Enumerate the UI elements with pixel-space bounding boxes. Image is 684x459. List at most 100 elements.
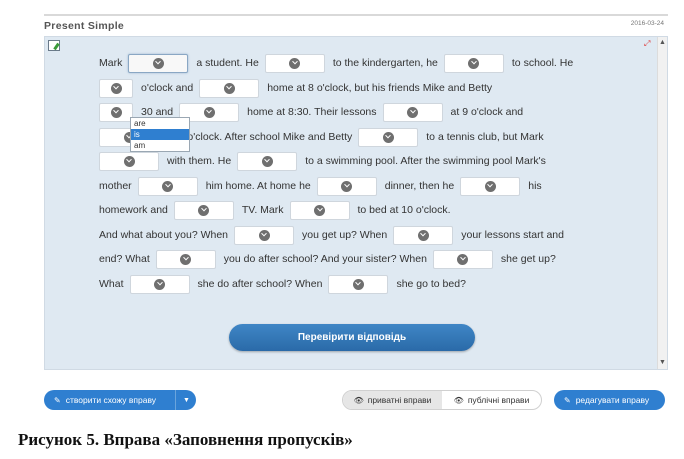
exercise-text-segment: end? What <box>99 253 150 265</box>
exercise-text-segment: TV. Mark <box>241 204 284 216</box>
answer-select[interactable] <box>137 176 198 196</box>
exercise-text-segment: she get up? <box>500 253 556 265</box>
answer-select[interactable] <box>99 102 133 122</box>
exercise-header: Present Simple 2016-03-24 <box>44 14 668 36</box>
scroll-up-icon[interactable]: ▲ <box>659 39 666 47</box>
exercise-text-segment: his <box>528 180 542 192</box>
exercise-text-segment: Mark <box>99 57 123 69</box>
answer-select[interactable] <box>173 200 234 220</box>
footer-toolbar: ✎ створити схожу вправу ▼ 👁 приватні впр… <box>44 389 668 411</box>
edit-exercise-button[interactable]: ✎ редагувати вправу <box>554 390 665 410</box>
exercise-text-segment: at 2 o'clock. After school Mike and Bett… <box>167 131 353 143</box>
exercise-text-segment: your lessons start and <box>461 229 564 241</box>
answer-select[interactable] <box>99 151 159 171</box>
private-exercises-tab[interactable]: 👁 приватні вправи <box>343 391 442 409</box>
chevron-down-icon <box>162 180 174 192</box>
exercise-date: 2016-03-24 <box>630 20 664 27</box>
exercise-line: mother him home. At home he dinner, then h… <box>99 176 548 196</box>
exercise-text-segment: you do after school? And your sister? Wh… <box>223 253 427 265</box>
chevron-down-icon <box>110 82 122 94</box>
edit-exercise-label: редагувати вправу <box>575 395 650 405</box>
answer-select[interactable] <box>328 274 389 294</box>
answer-select[interactable] <box>358 127 419 147</box>
chevron-down-icon[interactable]: ▼ <box>175 390 197 410</box>
answer-select[interactable] <box>382 102 443 122</box>
exercise-text-segment: homework and <box>99 204 168 216</box>
chevron-down-icon <box>417 229 429 241</box>
header-divider <box>44 14 668 16</box>
exercise-line: with them. He to a swimming pool. After t… <box>99 151 552 171</box>
exercise-line: o'clock and home at 8 o'clock, but his fr… <box>99 78 498 98</box>
exercise-text-segment: she do after school? When <box>197 278 323 290</box>
answer-select[interactable] <box>237 151 298 171</box>
answer-select[interactable] <box>289 200 350 220</box>
chevron-down-icon <box>154 278 166 290</box>
chevron-down-icon <box>407 106 419 118</box>
chevron-down-icon <box>382 131 394 143</box>
answer-select[interactable] <box>432 249 493 269</box>
chevron-down-icon <box>123 155 135 167</box>
exercise-line: What she do after school? When she go to b… <box>99 274 472 294</box>
exercise-text-segment: she go to bed? <box>396 278 466 290</box>
eye-icon: 👁 <box>453 395 464 405</box>
chevron-down-icon <box>223 82 235 94</box>
chevron-down-icon <box>484 180 496 192</box>
private-exercises-label: приватні вправи <box>367 395 432 405</box>
answer-select[interactable] <box>393 225 454 245</box>
answer-select[interactable] <box>264 53 325 73</box>
exercise-line: Mark a student. He to the kindergarten, he… <box>99 53 579 73</box>
chevron-down-icon <box>198 204 210 216</box>
edit-note-icon[interactable] <box>48 40 60 51</box>
create-similar-label: створити схожу вправу <box>65 395 157 405</box>
exercise-text-segment: to school. He <box>511 57 574 69</box>
exercise-text-segment: to a swimming pool. After the swimming p… <box>305 155 546 167</box>
dropdown-option[interactable]: are <box>131 118 189 129</box>
exercise-text-segment: dinner, then he <box>384 180 455 192</box>
chevron-down-icon <box>110 106 122 118</box>
chevron-down-icon <box>314 204 325 216</box>
dropdown-option[interactable]: is <box>131 129 189 140</box>
check-answer-button[interactable]: Перевірити відповідь <box>229 324 475 351</box>
chevron-down-icon <box>457 253 469 265</box>
exercise-text-segment: What <box>99 278 124 290</box>
fullscreen-icon[interactable]: ⤢ <box>644 39 653 48</box>
answer-select[interactable] <box>129 274 190 294</box>
chevron-down-icon <box>289 57 301 69</box>
answer-select[interactable] <box>234 225 295 245</box>
dropdown-option[interactable]: am <box>131 140 189 151</box>
exercise-text-segment: And what about you? When <box>99 229 229 241</box>
answer-select[interactable] <box>443 53 504 73</box>
chevron-down-icon <box>341 180 353 192</box>
answer-select[interactable] <box>316 176 377 196</box>
figure-caption: Рисунок 5. Вправа «Заповнення пропусків» <box>18 430 353 449</box>
exercise-text-segment: at 9 o'clock and <box>450 106 524 118</box>
exercise-panel: ⤢ ▲ ▼ Mark a student. He to the kindergart… <box>44 36 668 370</box>
chevron-down-icon <box>152 57 164 69</box>
exercise-line: homework and TV. Mark to bed at 10 o'clock… <box>99 200 457 220</box>
chevron-down-icon <box>258 229 270 241</box>
answer-dropdown-list[interactable]: are is am <box>130 117 190 152</box>
chevron-down-icon <box>203 106 215 118</box>
exercise-text-segment: him home. At home he <box>205 180 311 192</box>
scroll-down-icon[interactable]: ▼ <box>659 359 666 367</box>
exercise-text-segment: mother <box>99 180 132 192</box>
chevron-down-icon <box>261 155 273 167</box>
public-exercises-tab[interactable]: 👁 публічні вправи <box>442 391 541 409</box>
exercise-text-segment: to the kindergarten, he <box>332 57 438 69</box>
visibility-toggle: 👁 приватні вправи 👁 публічні вправи <box>342 390 542 410</box>
answer-select[interactable] <box>128 53 189 73</box>
scrollbar[interactable]: ▲ ▼ <box>657 37 667 369</box>
create-similar-button[interactable]: ✎ створити схожу вправу <box>44 390 196 410</box>
pencil-icon: ✎ <box>564 395 571 405</box>
exercise-text-segment: you get up? When <box>302 229 388 241</box>
public-exercises-label: публічні вправи <box>467 395 530 405</box>
exercise-title: Present Simple <box>44 20 125 32</box>
answer-select[interactable] <box>460 176 521 196</box>
exercise-line: end? What you do after school? And your s… <box>99 249 562 269</box>
answer-select[interactable] <box>199 78 260 98</box>
chevron-down-icon <box>352 278 364 290</box>
answer-select[interactable] <box>99 78 133 98</box>
exercise-text-segment: o'clock and <box>141 82 194 94</box>
eye-slash-icon: 👁 <box>353 395 364 405</box>
answer-select[interactable] <box>155 249 216 269</box>
